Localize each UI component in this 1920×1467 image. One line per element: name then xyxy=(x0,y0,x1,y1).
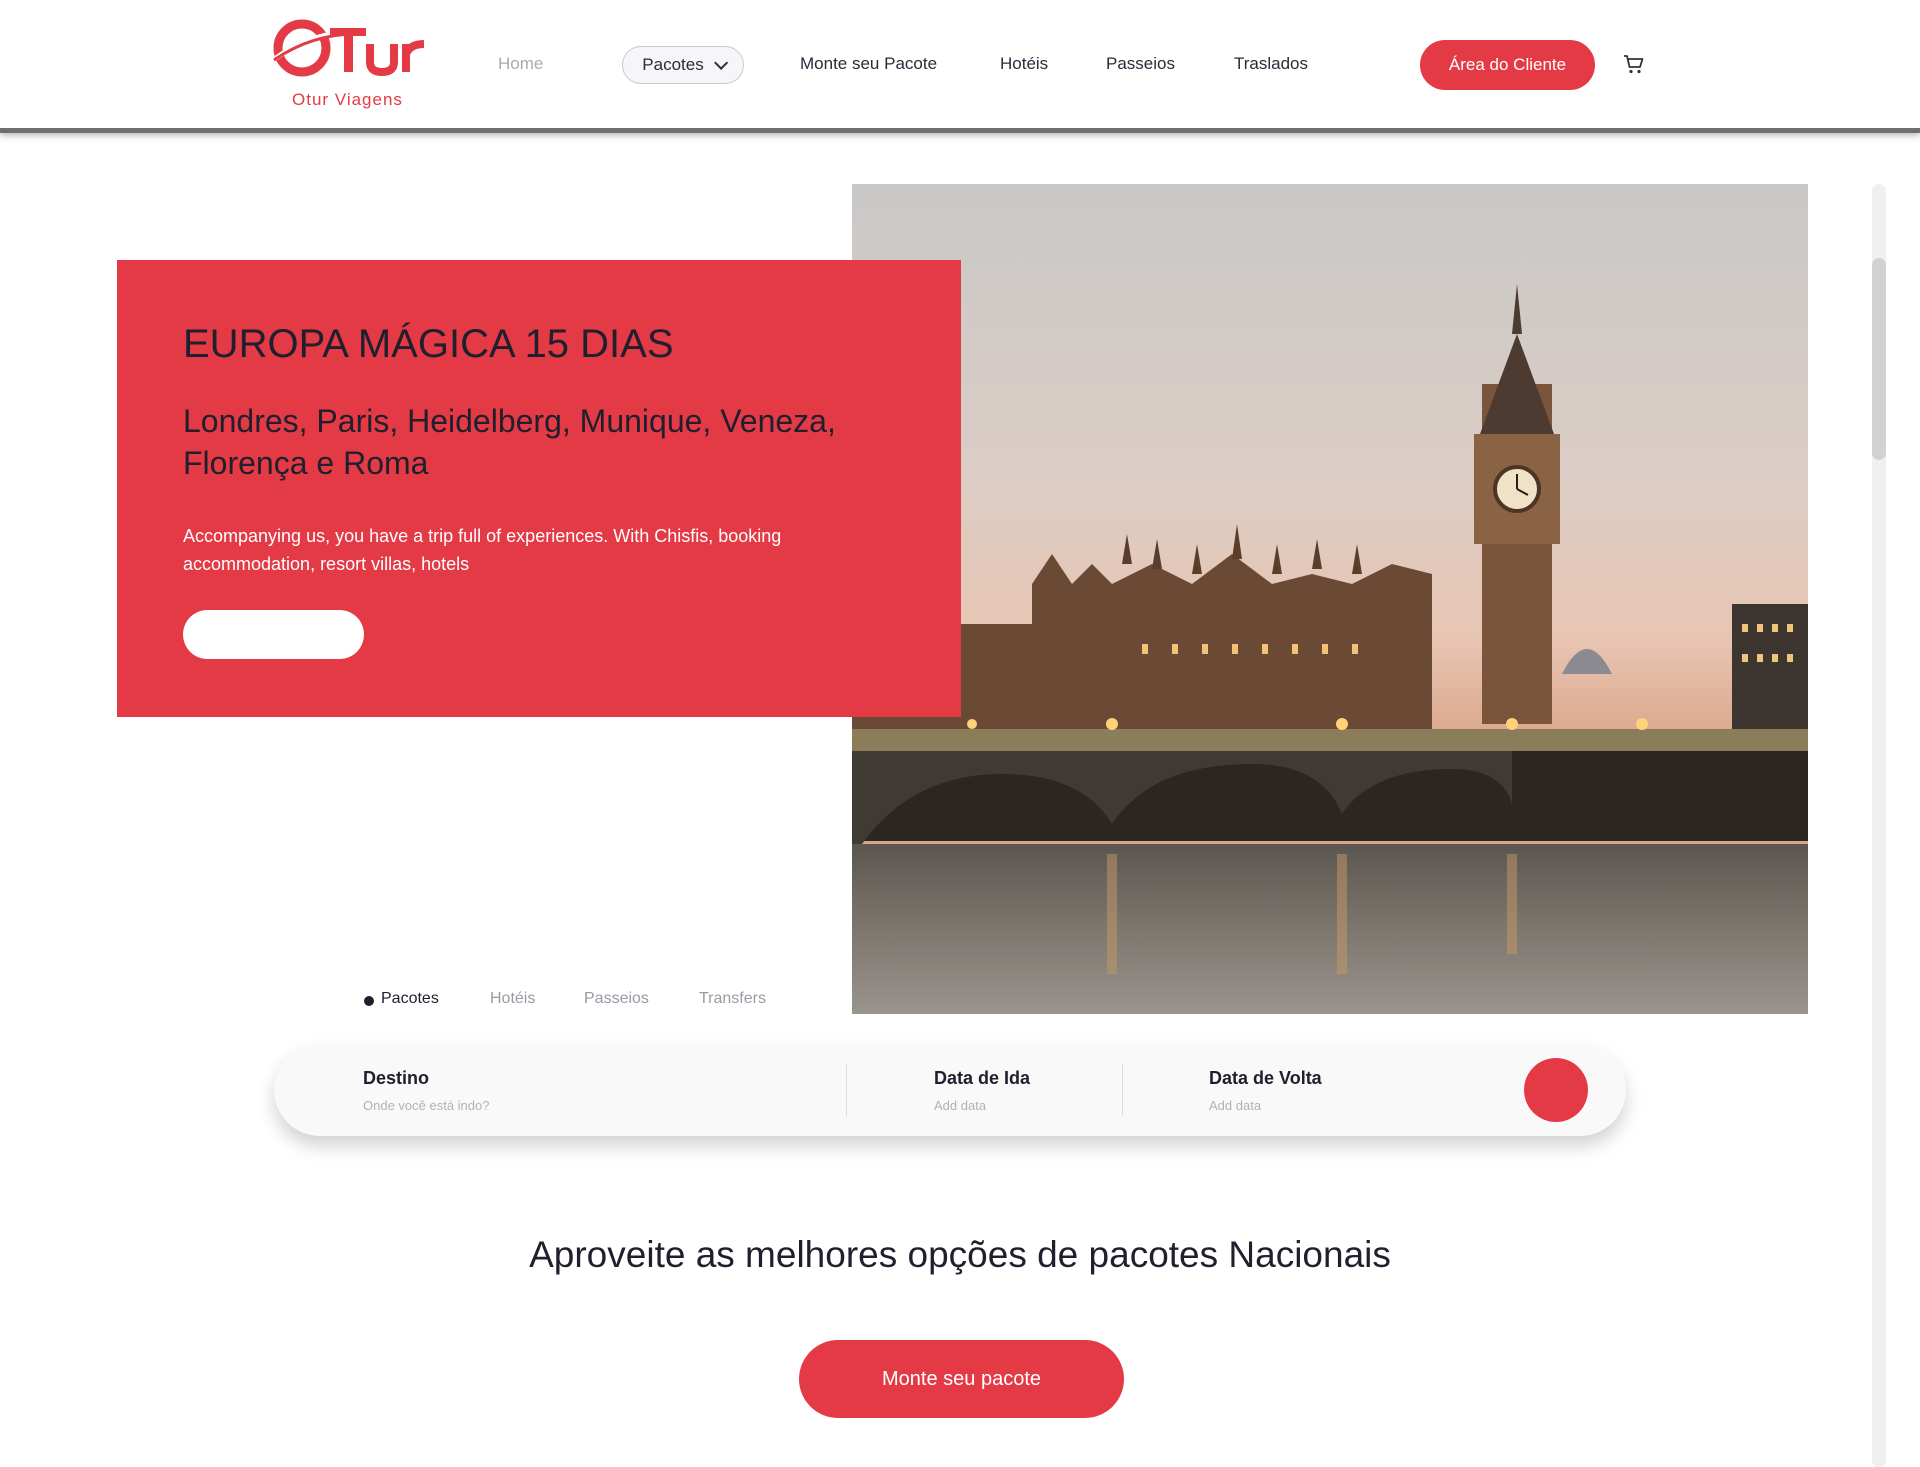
london-scene-illustration xyxy=(852,184,1808,1014)
tab-pacotes[interactable]: Pacotes xyxy=(381,990,439,1008)
hero-promo-card: EUROPA MÁGICA 15 DIAS Londres, Paris, He… xyxy=(117,260,961,717)
destino-input[interactable]: Onde você está indo? xyxy=(363,1098,489,1113)
monte-seu-pacote-button[interactable]: Monte seu pacote xyxy=(799,1340,1124,1418)
nav-pacotes-dropdown[interactable]: Pacotes xyxy=(622,46,744,84)
active-tab-dot xyxy=(364,996,374,1006)
data-volta-input[interactable]: Add data xyxy=(1209,1098,1261,1113)
nav-traslados[interactable]: Traslados xyxy=(1234,54,1308,74)
top-navbar: Otur Viagens Home Pacotes Monte seu Paco… xyxy=(0,0,1920,133)
nav-monte-seu-pacote[interactable]: Monte seu Pacote xyxy=(800,54,937,74)
tab-passeios[interactable]: Passeios xyxy=(584,990,649,1008)
nav-home[interactable]: Home xyxy=(498,54,543,74)
section-title: Aproveite as melhores opções de pacotes … xyxy=(529,1234,1391,1275)
otur-logo-mark xyxy=(273,19,425,77)
destino-label: Destino xyxy=(363,1068,430,1088)
hero-cta-button[interactable] xyxy=(183,610,364,659)
nav-hoteis[interactable]: Hotéis xyxy=(1000,54,1048,74)
hero-description: Accompanying us, you have a trip full of… xyxy=(183,526,782,574)
hero-image-london xyxy=(852,184,1808,1014)
brand-subtitle: Otur Viagens xyxy=(292,90,403,109)
chevron-down-icon xyxy=(713,55,728,70)
brand-logo[interactable]: Otur Viagens xyxy=(272,14,432,114)
search-bar: Destino Onde você está indo? Data de Ida… xyxy=(274,1044,1626,1136)
tab-transfers[interactable]: Transfers xyxy=(699,990,766,1008)
hero-subtitle: Londres, Paris, Heidelberg, Munique, Ven… xyxy=(183,403,836,481)
search-divider xyxy=(1122,1064,1123,1116)
search-divider xyxy=(846,1064,847,1116)
scrollbar-thumb[interactable] xyxy=(1872,258,1886,460)
data-ida-label: Data de Ida xyxy=(934,1068,1031,1088)
data-ida-input[interactable]: Add data xyxy=(934,1098,986,1113)
search-button[interactable] xyxy=(1524,1058,1588,1122)
hero-title: EUROPA MÁGICA 15 DIAS xyxy=(183,322,674,366)
data-volta-label: Data de Volta xyxy=(1209,1068,1322,1088)
nav-passeios[interactable]: Passeios xyxy=(1106,54,1175,74)
area-do-cliente-button[interactable]: Área do Cliente xyxy=(1420,40,1595,90)
nav-pacotes-label: Pacotes xyxy=(642,55,704,74)
cart-icon[interactable] xyxy=(1622,52,1646,76)
tab-hoteis[interactable]: Hotéis xyxy=(490,990,535,1008)
